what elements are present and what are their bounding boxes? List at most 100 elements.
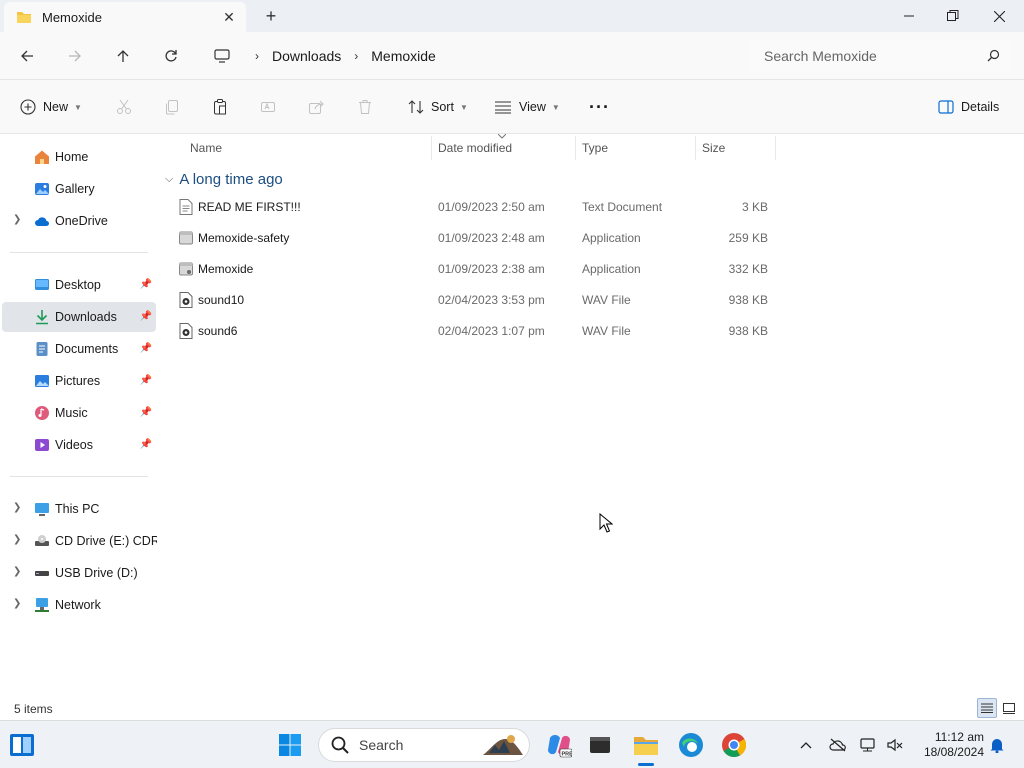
- audio-file-icon: [179, 323, 193, 339]
- sidebar-item-videos[interactable]: Videos 📌: [2, 430, 156, 460]
- sidebar-item-pictures[interactable]: Pictures 📌: [2, 366, 156, 396]
- pin-icon[interactable]: 📌: [140, 439, 152, 450]
- pin-icon[interactable]: 📌: [140, 407, 152, 418]
- column-divider[interactable]: [431, 136, 432, 160]
- taskbar: Search PRE 11:12 am 18/08/2024: [0, 720, 1024, 768]
- sidebar-item-desktop[interactable]: Desktop 📌: [2, 270, 156, 300]
- tab-title: Memoxide: [42, 9, 102, 25]
- sidebar-item-music[interactable]: Music 📌: [2, 398, 156, 428]
- sidebar-item-network[interactable]: ❯ Network: [2, 590, 156, 620]
- breadcrumb-downloads[interactable]: Downloads: [272, 48, 341, 64]
- details-button[interactable]: Details: [938, 94, 999, 120]
- sidebar-item-label: Pictures: [55, 374, 101, 388]
- pin-icon[interactable]: 📌: [140, 279, 152, 290]
- maximize-button[interactable]: [930, 0, 976, 32]
- details-view-button[interactable]: [977, 698, 997, 718]
- sidebar-item-downloads[interactable]: Downloads 📌: [2, 302, 156, 332]
- chevron-down-icon: ▼: [74, 102, 82, 112]
- file-size: 3 KB: [741, 200, 768, 214]
- tab-memoxide[interactable]: Memoxide ✕: [4, 2, 246, 32]
- file-row[interactable]: sound10 02/04/2023 3:53 pm WAV File 938 …: [172, 285, 776, 316]
- start-button[interactable]: [274, 729, 306, 761]
- chevron-right-icon[interactable]: ❯: [13, 598, 21, 609]
- clock[interactable]: 11:12 am 18/08/2024: [910, 730, 984, 760]
- back-button[interactable]: [15, 44, 39, 68]
- see-more-button[interactable]: ···: [589, 94, 610, 120]
- column-divider[interactable]: [775, 136, 776, 160]
- chrome-button[interactable]: [718, 729, 750, 761]
- new-tab-button[interactable]: +: [260, 4, 282, 28]
- pin-icon[interactable]: 📌: [140, 343, 152, 354]
- clipboard-icon: [214, 99, 226, 115]
- up-button[interactable]: [111, 44, 135, 68]
- pin-icon[interactable]: 📌: [140, 375, 152, 386]
- sidebar-item-label: Documents: [55, 342, 119, 356]
- edge-button[interactable]: [675, 729, 707, 761]
- volume-tray-button[interactable]: [885, 735, 905, 755]
- network-icon: [35, 598, 49, 612]
- file-size: 938 KB: [728, 293, 768, 307]
- refresh-button[interactable]: [159, 44, 183, 68]
- column-header-type[interactable]: Type: [582, 136, 608, 160]
- close-tab-icon[interactable]: ✕: [220, 8, 238, 26]
- sidebar-item-label: CD Drive (E:) CDRO: [55, 534, 157, 548]
- column-divider[interactable]: [575, 136, 576, 160]
- notifications-button[interactable]: [987, 735, 1007, 755]
- cut-button[interactable]: [116, 94, 132, 120]
- this-pc-breadcrumb[interactable]: [210, 44, 234, 68]
- delete-button[interactable]: [357, 94, 373, 120]
- file-row[interactable]: sound6 02/04/2023 1:07 pm WAV File 938 K…: [172, 316, 776, 347]
- pin-icon[interactable]: 📌: [140, 311, 152, 322]
- chevron-right-icon[interactable]: ❯: [13, 566, 21, 577]
- close-window-button[interactable]: [976, 0, 1022, 32]
- sort-button[interactable]: Sort ▼: [408, 94, 468, 120]
- terminal-button[interactable]: [584, 729, 616, 761]
- column-header-name[interactable]: Name: [190, 136, 222, 160]
- file-row[interactable]: Memoxide-safety 01/09/2023 2:48 am Appli…: [172, 223, 776, 254]
- group-header[interactable]: ⌵ A long time ago: [165, 168, 283, 190]
- chevron-down-icon[interactable]: ⌵: [165, 173, 173, 186]
- tiles-view-button[interactable]: [999, 698, 1019, 718]
- rename-icon: [261, 102, 275, 112]
- group-label: A long time ago: [179, 170, 283, 188]
- share-button[interactable]: [308, 94, 324, 120]
- network-tray-button[interactable]: [859, 735, 879, 755]
- chevron-right-icon[interactable]: ❯: [13, 534, 21, 545]
- forward-button[interactable]: [63, 44, 87, 68]
- file-explorer-button[interactable]: [630, 729, 662, 761]
- column-divider[interactable]: [695, 136, 696, 160]
- taskbar-search[interactable]: Search: [318, 728, 530, 762]
- restore-icon: [947, 10, 959, 21]
- sidebar-item-home[interactable]: Home: [2, 142, 156, 172]
- sidebar-item-this-pc[interactable]: ❯ This PC: [2, 494, 156, 524]
- chevron-right-icon[interactable]: ❯: [13, 214, 21, 225]
- breadcrumb-memoxide[interactable]: Memoxide: [371, 48, 436, 64]
- show-hidden-icons-button[interactable]: [796, 735, 816, 755]
- paste-button[interactable]: [212, 94, 228, 120]
- file-row[interactable]: READ ME FIRST!!! 01/09/2023 2:50 am Text…: [172, 192, 776, 223]
- address-bar-area: › Downloads › Memoxide: [0, 32, 1024, 80]
- sidebar-item-cd-drive[interactable]: ❯ CD Drive (E:) CDRO: [2, 526, 157, 556]
- new-button[interactable]: New ▼: [20, 94, 82, 120]
- copilot-button[interactable]: PRE: [543, 729, 575, 761]
- copy-button[interactable]: [164, 94, 180, 120]
- search-icon[interactable]: [987, 49, 1000, 62]
- search-input[interactable]: [764, 48, 974, 64]
- terminal-icon: [590, 737, 610, 753]
- chevron-right-icon[interactable]: ❯: [13, 502, 21, 513]
- trash-icon: [359, 100, 371, 114]
- column-header-size[interactable]: Size: [702, 136, 725, 160]
- widgets-button[interactable]: [6, 729, 38, 761]
- sidebar-item-gallery[interactable]: Gallery: [2, 174, 156, 204]
- view-button[interactable]: View ▼: [494, 94, 560, 120]
- sort-indicator-icon: [498, 134, 506, 139]
- sidebar-item-onedrive[interactable]: ❯ OneDrive: [2, 206, 156, 236]
- sidebar-item-usb-drive[interactable]: ❯ USB Drive (D:): [2, 558, 156, 588]
- file-row[interactable]: Memoxide 01/09/2023 2:38 am Application …: [172, 254, 776, 285]
- file-name: Memoxide-safety: [198, 231, 290, 245]
- column-header-date-modified[interactable]: Date modified: [438, 136, 512, 160]
- rename-button[interactable]: [260, 94, 276, 120]
- minimize-button[interactable]: [886, 0, 932, 32]
- sidebar-item-documents[interactable]: Documents 📌: [2, 334, 156, 364]
- onedrive-tray-button[interactable]: [828, 735, 848, 755]
